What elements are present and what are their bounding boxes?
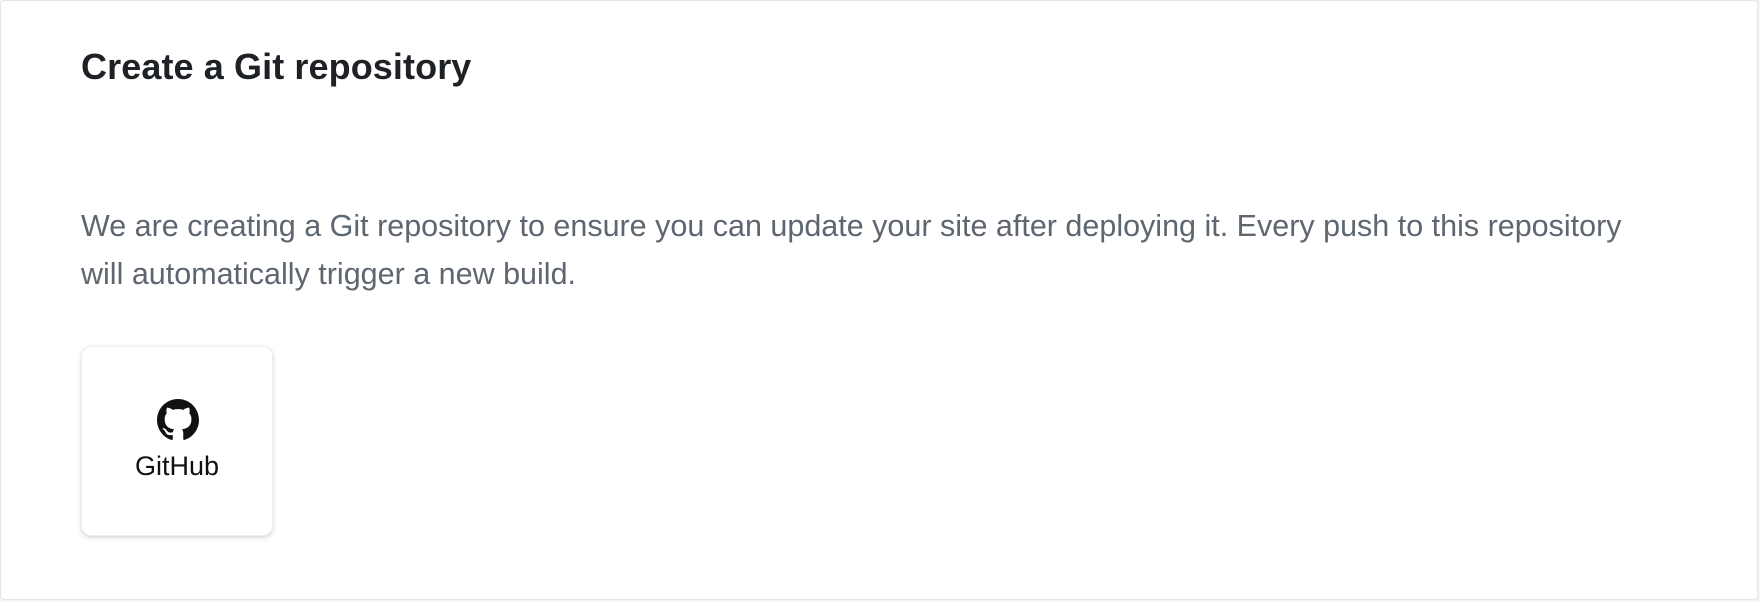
- section-description: We are creating a Git repository to ensu…: [81, 209, 1622, 291]
- github-label: GitHub: [134, 451, 220, 481]
- repository-card: Create a Git repository We are creating …: [0, 0, 1758, 600]
- github-provider-button[interactable]: GitHub: [81, 346, 273, 536]
- github-icon: [157, 399, 199, 441]
- section-title: Create a Git repository: [81, 46, 472, 87]
